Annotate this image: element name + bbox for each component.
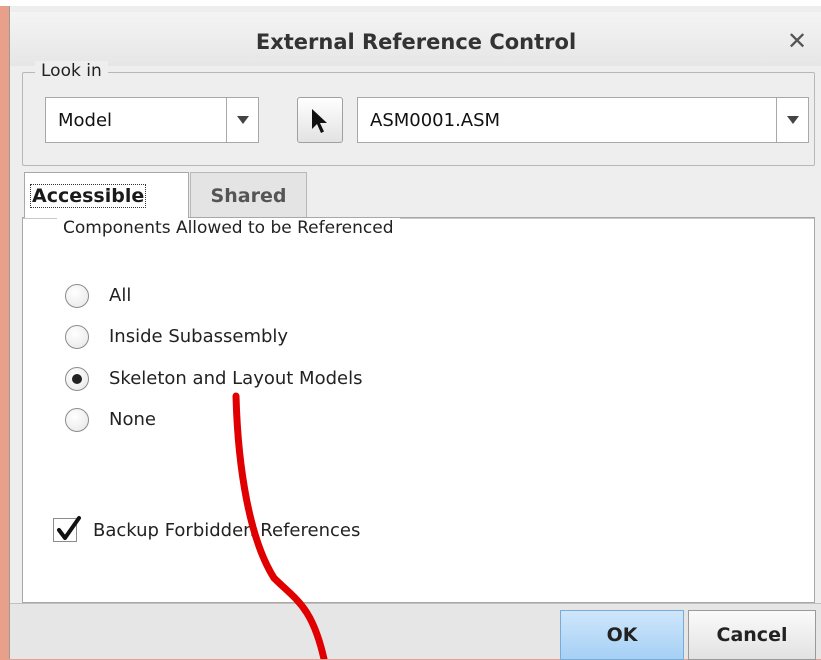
button-bar: OK Cancel <box>10 603 821 660</box>
look-in-group: Look in Model ASM0001.ASM <box>22 61 815 166</box>
dialog-title: External Reference Control <box>255 30 577 54</box>
tab-accessible-label: Accessible <box>29 184 147 208</box>
cancel-button[interactable]: Cancel <box>688 610 816 660</box>
backup-forbidden-checkbox[interactable] <box>53 516 81 542</box>
model-dropdown-value: ASM0001.ASM <box>370 110 501 131</box>
components-group: Components Allowed to be Referenced All … <box>23 218 814 518</box>
radio-button[interactable] <box>65 408 89 432</box>
radio-button-selected[interactable] <box>65 367 89 391</box>
accessible-panel: Components Allowed to be Referenced All … <box>22 217 815 603</box>
radio-skeleton-layout-label: Skeleton and Layout Models <box>109 368 363 389</box>
components-legend: Components Allowed to be Referenced <box>57 218 400 238</box>
checkmark-icon <box>57 516 81 540</box>
external-reference-dialog: External Reference Control ✕ Look in Mod… <box>9 6 821 660</box>
radio-button[interactable] <box>65 284 89 308</box>
model-dropdown[interactable]: ASM0001.ASM <box>357 97 809 143</box>
close-icon[interactable]: ✕ <box>784 28 810 54</box>
radio-none-label: None <box>109 409 156 430</box>
look-in-legend: Look in <box>35 61 108 81</box>
scope-dropdown-value: Model <box>58 110 113 131</box>
tab-accessible[interactable]: Accessible <box>24 172 189 218</box>
title-bar: External Reference Control ✕ <box>10 12 821 66</box>
tab-shared[interactable]: Shared <box>190 172 307 218</box>
ok-button[interactable]: OK <box>560 610 684 660</box>
tab-shared-label: Shared <box>210 185 287 207</box>
backup-forbidden-label: Backup Forbidden References <box>93 520 361 541</box>
chevron-down-icon[interactable] <box>226 98 258 142</box>
chevron-down-icon[interactable] <box>776 98 808 142</box>
scope-dropdown[interactable]: Model <box>45 97 259 143</box>
radio-button[interactable] <box>65 325 89 349</box>
radio-all-label: All <box>109 285 132 306</box>
arrow-cursor-icon <box>312 109 327 133</box>
radio-inside-subassembly-label: Inside Subassembly <box>109 326 289 347</box>
pick-model-button[interactable] <box>297 97 343 143</box>
